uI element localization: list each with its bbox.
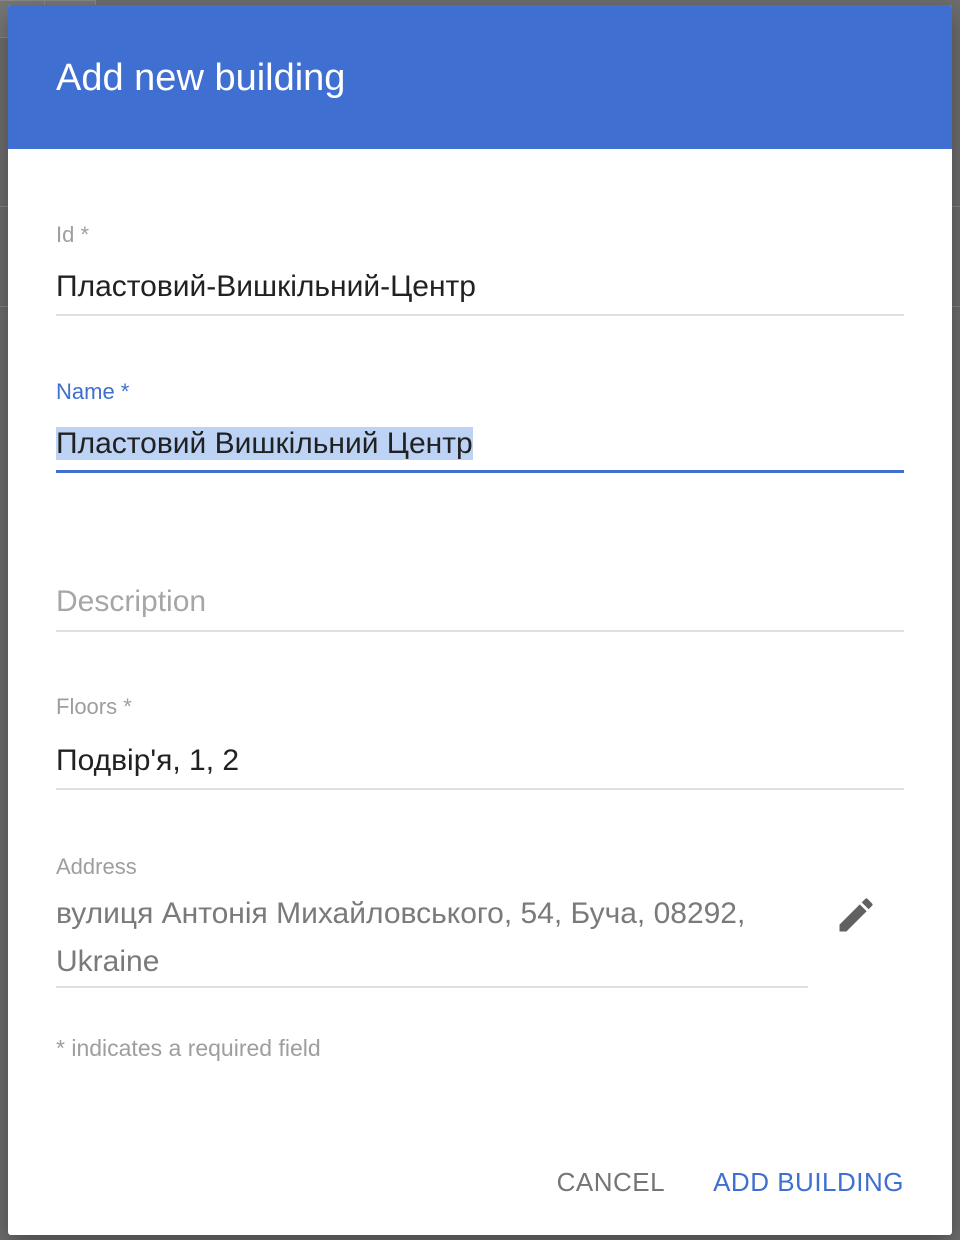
name-input[interactable]: Пластовий Вишкільний Центр	[56, 427, 473, 461]
dialog-header: Add new building	[8, 5, 952, 149]
address-underline	[56, 986, 808, 988]
dialog-title: Add new building	[56, 57, 346, 99]
floors-label: Floors *	[56, 694, 132, 719]
floors-underline	[56, 788, 904, 790]
id-input[interactable]: Пластовий-Вишкільний-Центр	[56, 270, 476, 304]
id-label: Id *	[56, 222, 90, 247]
name-label: Name *	[56, 379, 130, 404]
add-building-button[interactable]: ADD BUILDING	[713, 1167, 904, 1198]
id-underline	[56, 314, 904, 316]
pencil-icon[interactable]	[834, 893, 878, 937]
address-value: вулиця Антонія Михайловського, 54, Буча,…	[56, 897, 746, 978]
name-selected-text: Пластовий Вишкільний Центр	[56, 427, 473, 460]
address-field[interactable]: Address вулиця Антонія Михайловського, 5…	[56, 852, 808, 992]
floors-field[interactable]: Floors * Подвір'я, 1, 2	[56, 692, 904, 792]
description-underline	[56, 630, 904, 632]
dialog-actions: CANCEL ADD BUILDING	[557, 1167, 904, 1198]
id-field[interactable]: Id * Пластовий-Вишкільний-Центр	[56, 220, 904, 320]
name-underline	[56, 470, 904, 473]
address-label: Address	[56, 854, 137, 879]
required-hint: * indicates a required field	[56, 1035, 321, 1061]
floors-input[interactable]: Подвір'я, 1, 2	[56, 744, 239, 778]
description-field[interactable]: Description	[56, 585, 904, 635]
description-input[interactable]: Description	[56, 585, 206, 619]
cancel-button[interactable]: CANCEL	[557, 1167, 665, 1198]
name-field[interactable]: Name * Пластовий Вишкільний Центр	[56, 377, 904, 477]
add-building-dialog: Add new building Id * Пластовий-Вишкільн…	[8, 5, 952, 1235]
